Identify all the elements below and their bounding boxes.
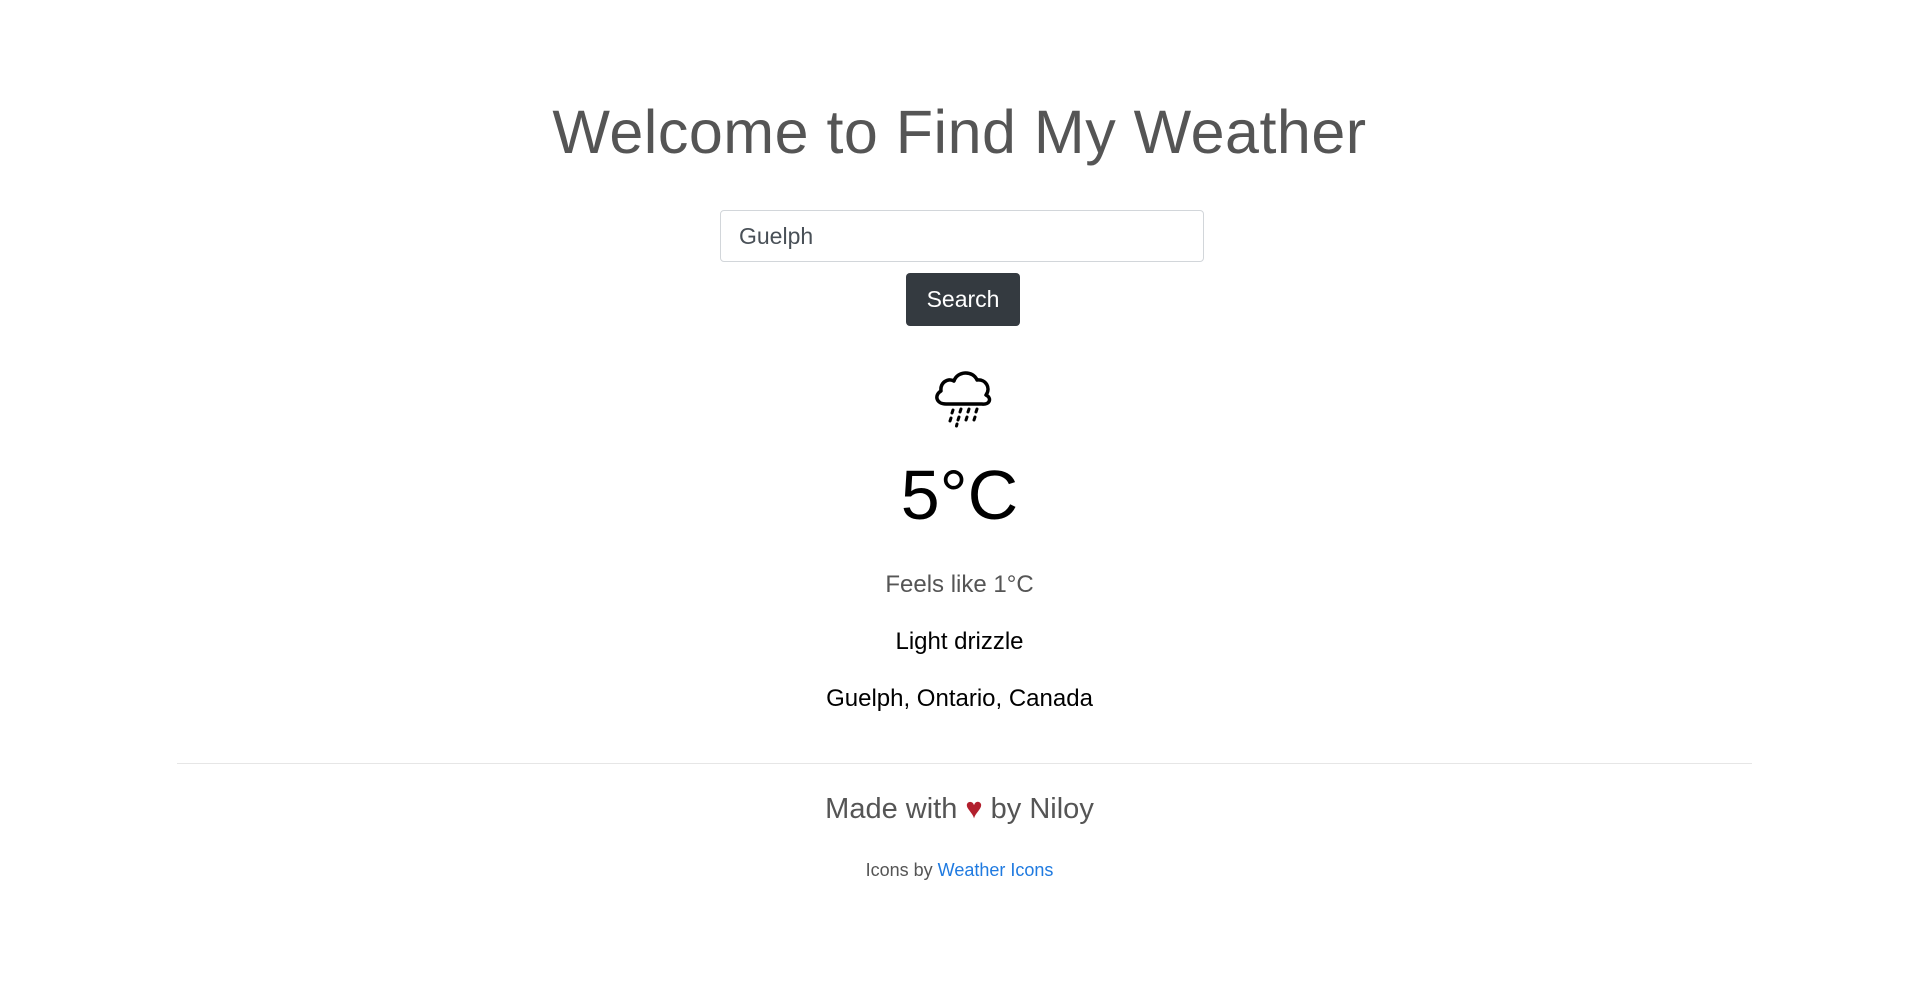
page-title: Welcome to Find My Weather: [552, 98, 1367, 166]
feels-like-text: Feels like 1°C: [885, 571, 1034, 598]
footer-divider: [177, 763, 1752, 764]
icon-credits: Icons by Weather Icons: [0, 858, 1919, 882]
made-with-line: Made with ♥ by Niloy: [0, 791, 1919, 827]
made-with-prefix: Made with: [825, 793, 958, 825]
temperature-reading: 5°C: [900, 456, 1019, 534]
heart-icon: ♥: [965, 793, 983, 825]
city-search-input[interactable]: [720, 210, 1204, 262]
weather-page: Welcome to Find My Weather Search 5°C Fe…: [0, 0, 1919, 1002]
made-with-suffix: by Niloy: [990, 793, 1094, 825]
location-text: Guelph, Ontario, Canada: [826, 685, 1093, 712]
weather-condition: Light drizzle: [895, 628, 1024, 655]
weather-icons-link[interactable]: Weather Icons: [938, 860, 1054, 880]
credits-prefix: Icons by: [865, 860, 933, 880]
rain-cloud-icon: [935, 371, 992, 428]
search-button[interactable]: Search: [906, 273, 1020, 326]
